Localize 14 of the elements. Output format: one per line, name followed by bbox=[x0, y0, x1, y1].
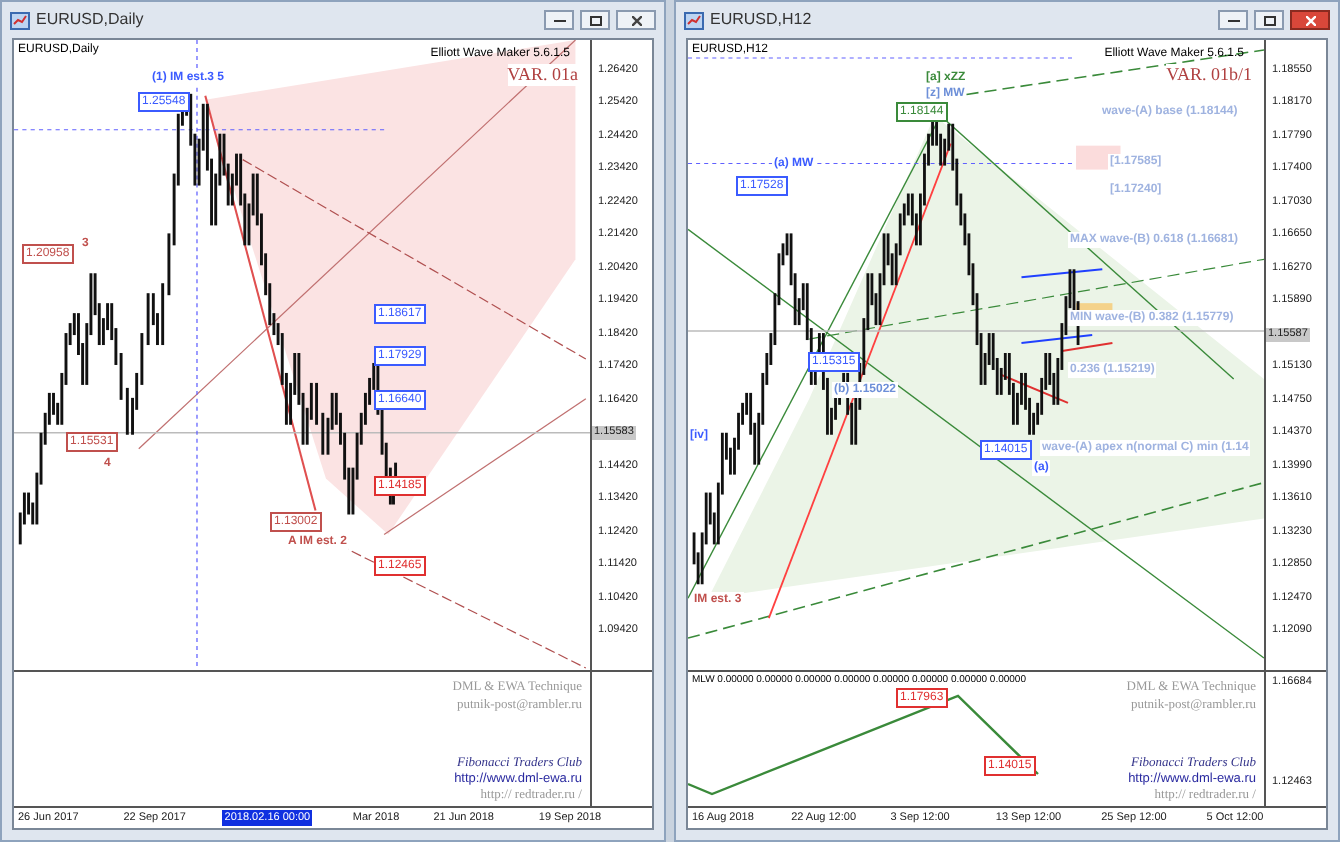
window-title: EURUSD,H12 bbox=[710, 8, 814, 32]
variant-label: VAR. 01a bbox=[507, 64, 578, 86]
maximize-button[interactable] bbox=[580, 10, 610, 30]
minimize-button[interactable] bbox=[544, 10, 574, 30]
close-icon bbox=[631, 15, 641, 25]
chart-window-icon bbox=[10, 11, 30, 29]
close-button[interactable] bbox=[616, 10, 656, 30]
chart-window-icon bbox=[684, 11, 704, 29]
variant-label: VAR. 01b/1 bbox=[1166, 64, 1252, 86]
maximize-button[interactable] bbox=[1254, 10, 1284, 30]
close-icon bbox=[1305, 15, 1315, 25]
minimize-button[interactable] bbox=[1218, 10, 1248, 30]
close-button[interactable] bbox=[1290, 10, 1330, 30]
window-title: EURUSD,Daily bbox=[36, 8, 146, 32]
